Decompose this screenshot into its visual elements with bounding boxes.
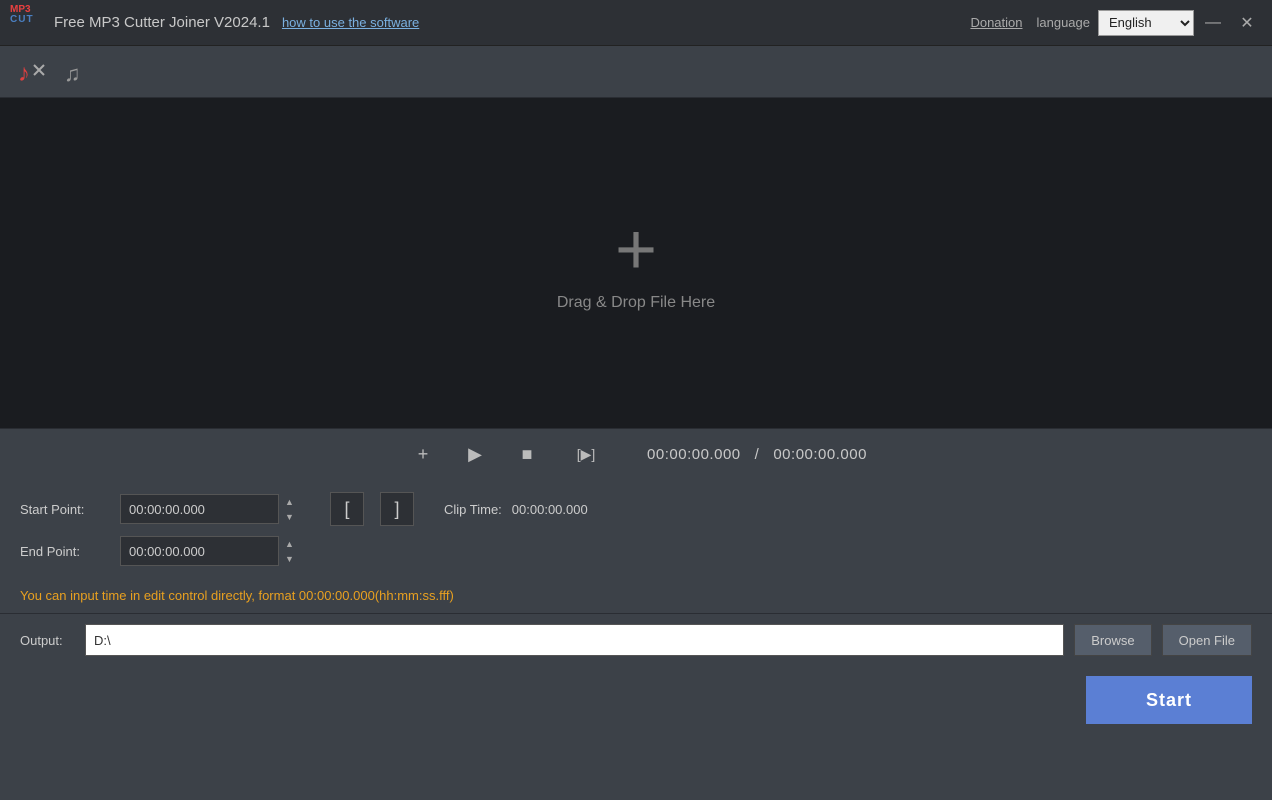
scissors-music-icon: ♪: [16, 57, 46, 87]
title-bar: MP3 CUT Free MP3 Cutter Joiner V2024.1 h…: [0, 0, 1272, 46]
start-section: Start: [0, 666, 1272, 740]
current-time: 00:00:00.000: [647, 446, 741, 463]
start-point-spin-up[interactable]: ▲: [279, 494, 300, 509]
language-select[interactable]: English Chinese French: [1098, 10, 1194, 36]
start-point-spin-down[interactable]: ▼: [279, 509, 300, 524]
mp3-cutter-tab[interactable]: ♪: [10, 51, 52, 93]
svg-text:♪: ♪: [18, 60, 30, 87]
drop-zone[interactable]: + Drag & Drop File Here: [0, 98, 1272, 428]
mp3-joiner-tab[interactable]: ♫: [56, 51, 98, 93]
minimize-button[interactable]: —: [1198, 8, 1228, 38]
svg-text:♫: ♫: [64, 61, 81, 86]
end-point-spinners: ▲ ▼: [278, 536, 300, 566]
clip-play-icon: [▶]: [577, 446, 596, 463]
end-point-spin-up[interactable]: ▲: [279, 536, 300, 551]
clip-time-label: Clip Time:: [444, 502, 502, 517]
output-section: Output: Browse Open File: [0, 613, 1272, 666]
output-path-input[interactable]: [85, 624, 1064, 656]
set-end-bracket-button[interactable]: ]: [380, 492, 414, 526]
clip-time-value: 00:00:00.000: [512, 502, 588, 517]
app-logo: MP3 CUT: [10, 5, 46, 41]
donation-link[interactable]: Donation: [970, 15, 1022, 30]
toolbar: ♪ ♫: [0, 46, 1272, 98]
end-point-label: End Point:: [20, 544, 120, 559]
browse-button[interactable]: Browse: [1074, 624, 1151, 656]
start-point-input-wrap: ▲ ▼: [120, 494, 300, 524]
end-point-input-wrap: ▲ ▼: [120, 536, 300, 566]
stop-icon: ■: [522, 444, 533, 465]
clip-time-section: Clip Time: 00:00:00.000: [444, 502, 588, 517]
start-button[interactable]: Start: [1086, 676, 1252, 724]
start-point-label: Start Point:: [20, 502, 120, 517]
time-display: 00:00:00.000 / 00:00:00.000: [647, 446, 867, 463]
close-button[interactable]: ✕: [1232, 8, 1262, 38]
how-to-link[interactable]: how to use the software: [282, 15, 419, 30]
language-label: language: [1037, 15, 1091, 30]
logo-cut: CUT: [10, 15, 46, 25]
end-point-spin-down[interactable]: ▼: [279, 551, 300, 566]
total-time: 00:00:00.000: [773, 446, 867, 463]
edit-section: Start Point: ▲ ▼ [ ] Clip Time: 00:00:00…: [0, 480, 1272, 584]
end-point-input[interactable]: [120, 536, 300, 566]
play-icon: ▶: [468, 444, 482, 465]
app-title: Free MP3 Cutter Joiner V2024.1: [54, 14, 270, 31]
drop-text: Drag & Drop File Here: [557, 294, 715, 312]
time-separator: /: [755, 446, 760, 463]
playback-bar: + ▶ ■ [▶] 00:00:00.000 / 00:00:00.000: [0, 428, 1272, 480]
start-point-input[interactable]: [120, 494, 300, 524]
joiner-music-icon: ♫: [62, 57, 92, 87]
start-point-row: Start Point: ▲ ▼ [ ] Clip Time: 00:00:00…: [20, 492, 1252, 526]
add-icon: +: [418, 444, 429, 465]
add-file-button[interactable]: +: [405, 437, 441, 473]
end-point-row: End Point: ▲ ▼: [20, 536, 1252, 566]
set-start-bracket-button[interactable]: [: [330, 492, 364, 526]
play-button[interactable]: ▶: [457, 437, 493, 473]
stop-button[interactable]: ■: [509, 437, 545, 473]
help-text: You can input time in edit control direc…: [0, 584, 1272, 613]
clip-play-button[interactable]: [▶]: [561, 437, 611, 473]
start-point-spinners: ▲ ▼: [278, 494, 300, 524]
logo-mp3: MP3: [10, 5, 46, 15]
output-label: Output:: [20, 633, 75, 648]
open-file-button[interactable]: Open File: [1162, 624, 1252, 656]
bracket-controls: [ ]: [330, 492, 414, 526]
drop-plus-icon: +: [615, 214, 657, 286]
